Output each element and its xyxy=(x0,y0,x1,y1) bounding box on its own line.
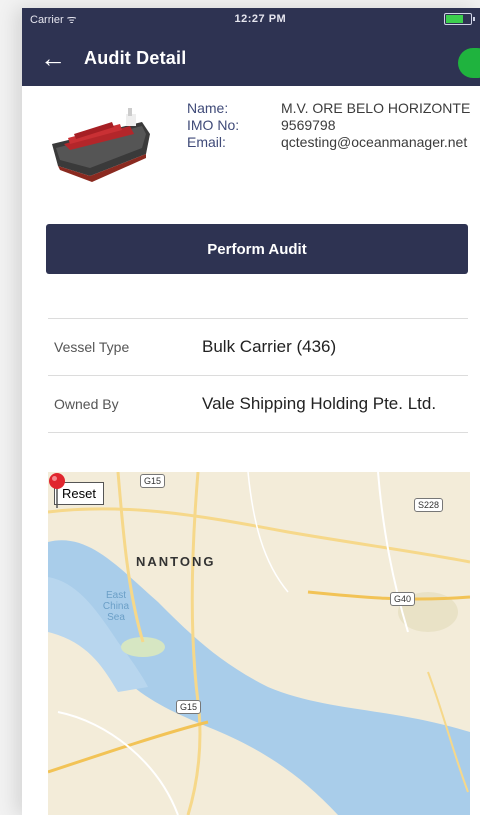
name-value: M.V. ORE BELO HORIZONTE xyxy=(281,100,471,116)
vessel-info: Name: M.V. ORE BELO HORIZONTE IMO No: 95… xyxy=(187,100,471,151)
road-shield: S228 xyxy=(414,498,444,512)
app-screen: Carrier ᯤ 12:27 PM ← Audit Detail Name: … xyxy=(22,8,480,815)
title-bar: ← Audit Detail xyxy=(22,30,480,86)
nav-bar: Carrier ᯤ 12:27 PM ← Audit Detail xyxy=(22,8,480,86)
imo-value: 9569798 xyxy=(281,117,336,133)
email-label: Email: xyxy=(187,134,226,150)
vessel-imo-row: IMO No: 9569798 xyxy=(187,117,471,134)
battery-icon xyxy=(443,13,475,25)
vessel-name-row: Name: M.V. ORE BELO HORIZONTE xyxy=(187,100,471,117)
back-arrow-icon[interactable]: ← xyxy=(40,45,66,71)
page-title: Audit Detail xyxy=(84,47,187,68)
road-shield: G40 xyxy=(390,592,416,606)
road-shield: G15 xyxy=(140,474,166,488)
vessel-details-list: Vessel Type Bulk Carrier (436) Owned By … xyxy=(48,318,468,433)
perform-audit-button[interactable]: Perform Audit xyxy=(46,224,468,274)
vessel-location-map[interactable]: Reset NANTONG East China Sea G15 S228 G4… xyxy=(48,472,470,815)
detail-row-vessel-type: Vessel Type Bulk Carrier (436) xyxy=(48,318,468,375)
road-shield: G15 xyxy=(176,700,202,714)
map-city-label: NANTONG xyxy=(136,554,216,569)
detail-label: Vessel Type xyxy=(54,339,130,355)
location-pin-icon[interactable] xyxy=(48,472,66,508)
status-bar: Carrier ᯤ 12:27 PM xyxy=(22,8,480,30)
ship-image xyxy=(52,108,150,182)
detail-value: Vale Shipping Holding Pte. Ltd. xyxy=(202,394,437,413)
map-sea-label: East China Sea xyxy=(102,590,130,623)
carrier-label: Carrier ᯤ xyxy=(30,13,77,26)
detail-label: Owned By xyxy=(54,396,119,412)
map-tiles xyxy=(48,472,470,815)
vessel-summary: Name: M.V. ORE BELO HORIZONTE IMO No: 95… xyxy=(22,86,480,216)
imo-label: IMO No: xyxy=(187,117,240,133)
detail-value: Bulk Carrier (436) xyxy=(202,337,337,356)
status-toggle[interactable] xyxy=(458,48,480,78)
name-label: Name: xyxy=(187,100,229,116)
detail-row-owned-by: Owned By Vale Shipping Holding Pte. Ltd. xyxy=(48,375,468,433)
clock: 12:27 PM xyxy=(234,13,287,25)
email-value: qctesting@oceanmanager.net xyxy=(281,134,468,150)
vessel-email-row: Email: qctesting@oceanmanager.net xyxy=(187,134,471,151)
